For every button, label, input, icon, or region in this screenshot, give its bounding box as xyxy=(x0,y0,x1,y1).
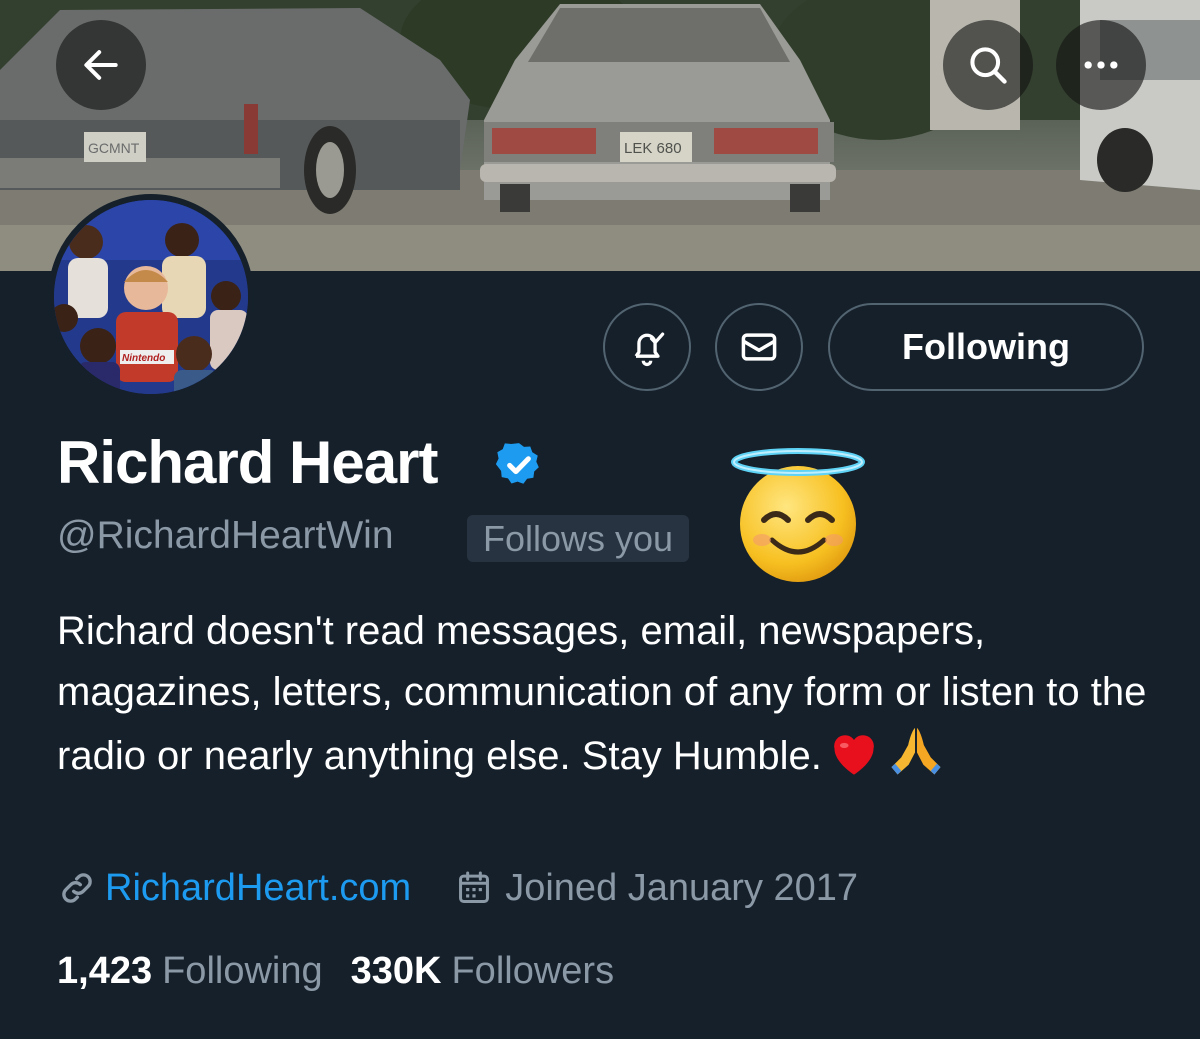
banner-plate-left: GCMNT xyxy=(88,140,140,156)
red-heart-icon xyxy=(828,729,880,795)
back-button[interactable] xyxy=(56,20,146,110)
profile-meta: RichardHeart.com Joined January 2017 xyxy=(57,863,858,913)
more-button[interactable] xyxy=(1056,20,1146,110)
calendar-icon xyxy=(459,871,490,903)
followers-count: 330K xyxy=(350,949,442,992)
followers-label: Followers xyxy=(451,949,615,992)
website-link[interactable]: RichardHeart.com xyxy=(105,867,411,910)
more-dots-icon xyxy=(1084,61,1118,69)
profile-name: Richard Heart xyxy=(57,429,438,496)
followers-stat[interactable]: 330K Followers xyxy=(351,950,614,993)
banner-plate-center: LEK 680 xyxy=(624,140,682,157)
profile-handle: @RichardHeartWin xyxy=(57,514,394,557)
profile-bio: Richard doesn't read messages, email, ne… xyxy=(57,601,1157,795)
avatar-photo: Nintendo xyxy=(54,200,248,394)
search-icon xyxy=(970,47,1007,84)
avatar[interactable]: Nintendo xyxy=(48,194,254,400)
follows-you-badge: Follows you xyxy=(467,515,690,562)
link-icon xyxy=(62,873,92,903)
verified-badge-icon[interactable] xyxy=(494,440,544,490)
bio-text: Richard doesn't read messages, email, ne… xyxy=(57,609,1147,778)
following-count: 1,423 xyxy=(57,949,153,992)
profile-stats: 1,423 Following 330K Followers xyxy=(57,946,614,996)
envelope-icon xyxy=(741,333,777,361)
message-button[interactable] xyxy=(715,303,803,391)
avatar-shirt-text: Nintendo xyxy=(122,353,165,364)
following-label: Following xyxy=(162,949,323,992)
joined-date: Joined January 2017 xyxy=(505,866,859,909)
search-button[interactable] xyxy=(943,20,1033,110)
smiling-halo-emoji-icon xyxy=(731,448,865,582)
notifications-button[interactable] xyxy=(603,303,691,391)
folded-hands-icon xyxy=(886,723,946,795)
bell-check-icon xyxy=(634,332,665,367)
arrow-left-icon xyxy=(84,50,118,80)
following-stat[interactable]: 1,423 Following xyxy=(57,950,323,993)
following-button[interactable]: Following xyxy=(828,303,1144,391)
